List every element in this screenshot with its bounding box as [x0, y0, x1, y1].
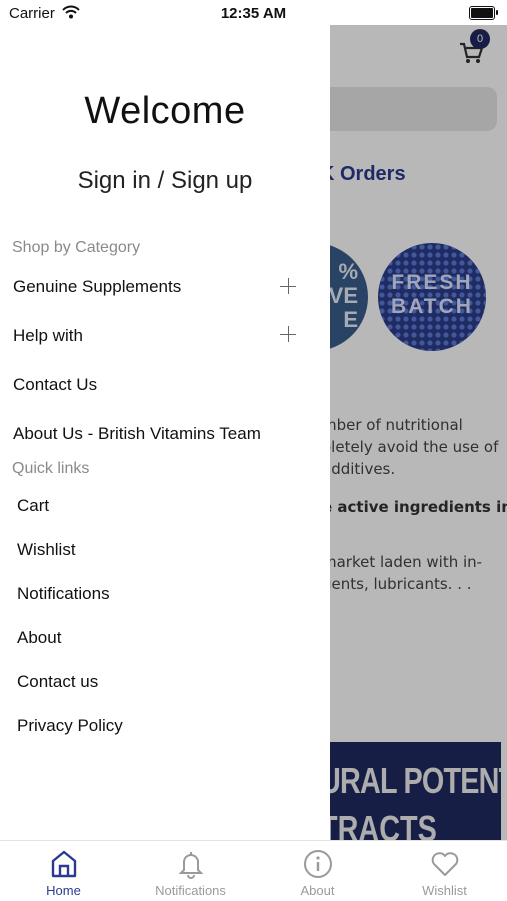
status-bar: Carrier 12:35 AM: [0, 0, 507, 28]
shop-by-category-title: Shop by Category: [12, 239, 141, 256]
tab-home[interactable]: Home: [0, 841, 127, 901]
battery-icon: [469, 6, 498, 20]
sign-in-link[interactable]: Sign in / Sign up: [0, 167, 330, 195]
side-drawer: Welcome Sign in / Sign up Shop by Catego…: [0, 0, 330, 840]
welcome-heading: Welcome: [84, 90, 246, 132]
quick-link-wishlist[interactable]: Wishlist: [17, 540, 76, 560]
tab-label: Wishlist: [422, 883, 467, 898]
drawer-overlay[interactable]: [330, 25, 507, 840]
category-genuine-supplements[interactable]: Genuine Supplements: [13, 277, 181, 297]
category-contact-us[interactable]: Contact Us: [13, 375, 97, 395]
tab-wishlist[interactable]: Wishlist: [381, 841, 507, 901]
info-icon: [303, 850, 332, 878]
tab-about[interactable]: About: [254, 841, 381, 901]
quick-link-privacy-policy[interactable]: Privacy Policy: [17, 716, 123, 736]
home-icon: [51, 850, 76, 878]
tab-label: Notifications: [155, 883, 226, 898]
tab-label: Home: [46, 883, 81, 898]
category-about-us[interactable]: About Us - British Vitamins Team: [13, 424, 261, 444]
bottom-tab-bar: Home Notifications About Wishlist: [0, 840, 507, 901]
quick-link-notifications[interactable]: Notifications: [17, 584, 110, 604]
expand-plus-icon[interactable]: [280, 278, 296, 294]
bell-icon: [178, 852, 203, 879]
tab-label: About: [300, 883, 335, 898]
heart-icon: [431, 852, 458, 876]
quick-link-cart[interactable]: Cart: [17, 496, 49, 516]
quick-links-title: Quick links: [12, 460, 90, 477]
status-time: 12:35 AM: [220, 5, 287, 22]
quick-link-contact-us[interactable]: Contact us: [17, 672, 98, 692]
quick-link-about[interactable]: About: [17, 628, 61, 648]
expand-plus-icon[interactable]: [280, 326, 296, 342]
category-help-with[interactable]: Help with: [13, 326, 83, 346]
tab-notifications[interactable]: Notifications: [127, 841, 254, 901]
